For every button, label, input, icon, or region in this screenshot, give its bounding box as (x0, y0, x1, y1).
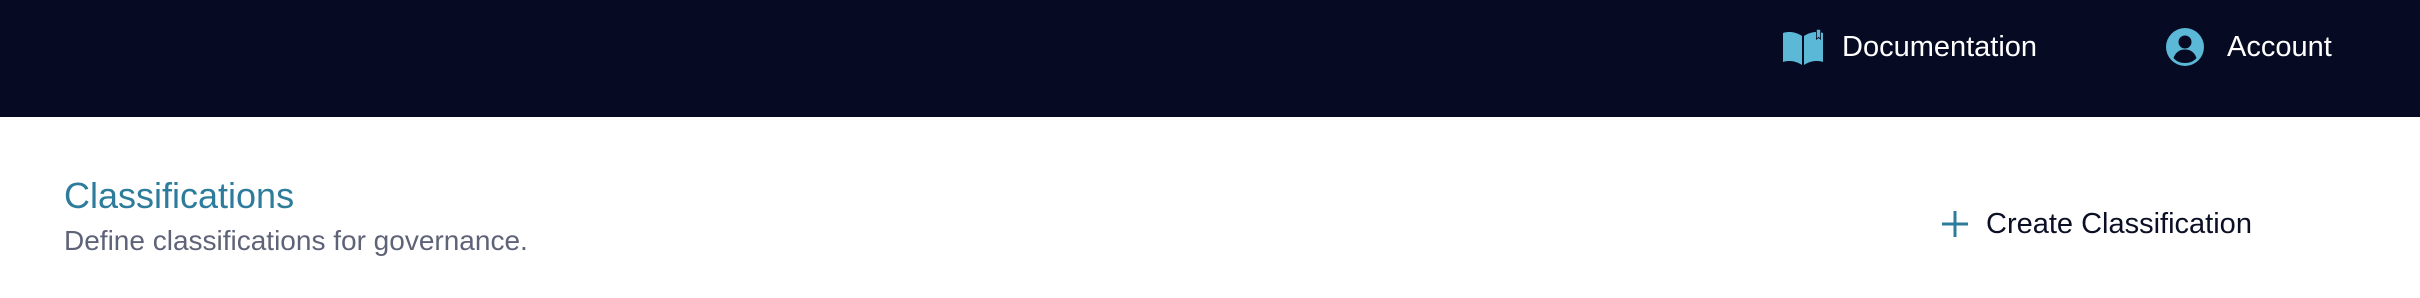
plus-icon (1938, 207, 1972, 241)
documentation-label: Documentation (1842, 30, 2038, 63)
page-title: Classifications (64, 175, 295, 216)
account-label: Account (2227, 30, 2332, 63)
documentation-link[interactable]: Documentation (1781, 0, 2037, 94)
account-circle-icon (2165, 27, 2205, 67)
page-subtitle: Define classifications for governance. (64, 225, 528, 256)
top-navigation-bar: Documentation Account (0, 0, 2420, 117)
create-classification-button[interactable]: Create Classification (1938, 202, 2252, 246)
account-link[interactable]: Account (2165, 0, 2332, 94)
page-header: Classifications Define classifications f… (64, 174, 528, 258)
book-icon (1781, 27, 1825, 67)
create-classification-label: Create Classification (1986, 207, 2252, 240)
